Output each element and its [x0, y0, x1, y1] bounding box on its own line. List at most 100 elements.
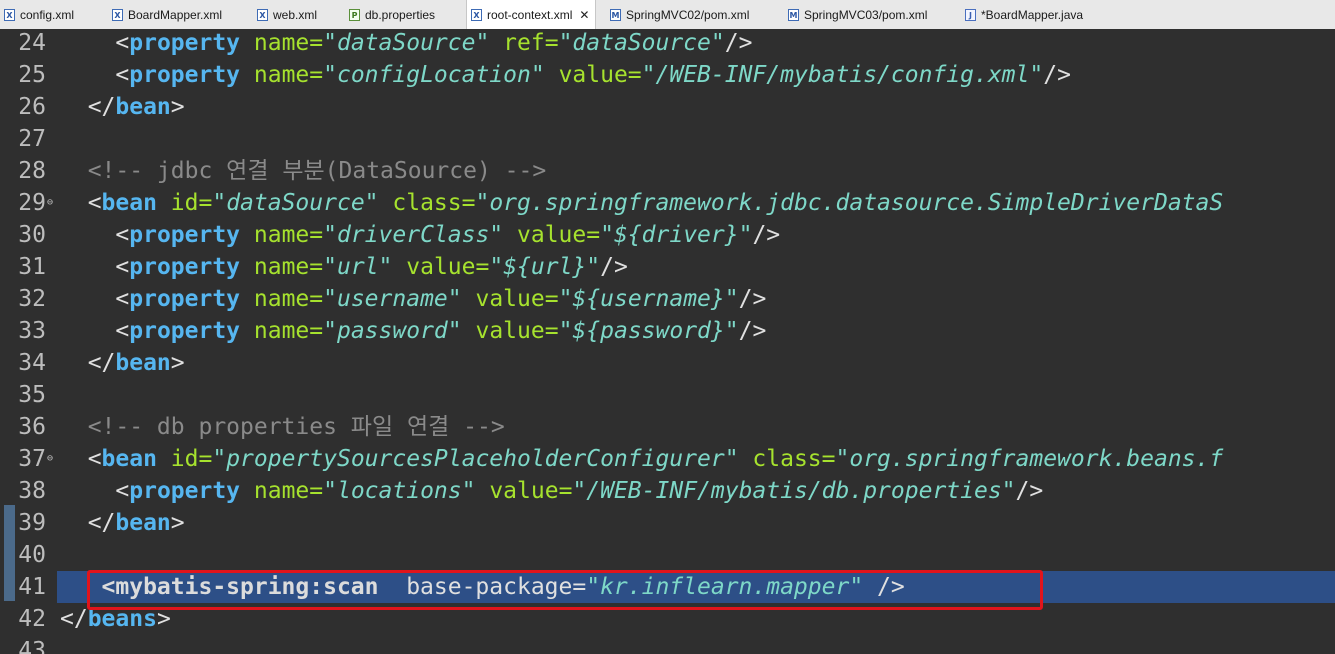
maven-file-icon: M	[610, 8, 621, 21]
code-line[interactable]: 34 </bean>	[0, 347, 1335, 379]
code-token: <	[115, 30, 130, 56]
tab-boardmapper-java[interactable]: J *BoardMapper.java	[965, 0, 1083, 29]
line-number: 37	[18, 446, 46, 472]
line-number: 36	[18, 414, 46, 440]
code-token: <	[60, 190, 102, 216]
line-number: 25	[18, 62, 46, 88]
line-number: 39	[18, 510, 46, 536]
code-token: <	[60, 478, 130, 504]
code-token: bean	[101, 190, 157, 216]
code-token: bean	[101, 446, 157, 472]
code-token: />	[1043, 62, 1071, 88]
code-line[interactable]: 25 <property name="configLocation" value…	[0, 59, 1335, 91]
line-number: 43	[18, 638, 46, 654]
line-number: 31	[18, 254, 46, 280]
code-token: "configLocation"	[323, 62, 545, 88]
code-token: >	[170, 94, 185, 120]
code-token: <	[115, 62, 130, 88]
code-line[interactable]: 26 </bean>	[0, 91, 1335, 123]
line-number: 27	[18, 126, 46, 152]
code-token: name=	[253, 222, 324, 248]
code-token: value=	[475, 318, 559, 344]
code-token: id=	[170, 190, 213, 216]
code-line[interactable]: 36 <!-- db properties 파일 연결 -->	[0, 411, 1335, 443]
code-line[interactable]: 43	[0, 635, 1335, 654]
java-file-icon: J	[965, 8, 976, 21]
tab-db-properties[interactable]: Pdb.properties	[349, 0, 435, 29]
code-token: <!-- jdbc 연결 부분(DataSource) -->	[60, 158, 547, 184]
code-token: "dataSource"	[323, 30, 490, 56]
code-token: <	[60, 254, 130, 280]
tab-label: BoardMapper.xml	[128, 7, 223, 22]
fold-toggle-icon[interactable]: ⊖	[47, 187, 53, 219]
code-text: <property name="configLocation" value="/…	[60, 59, 1071, 91]
code-token: value=	[406, 254, 490, 280]
code-line[interactable]: 37 ⊖ <bean id="propertySourcesPlaceholder…	[0, 443, 1335, 475]
code-token: bean	[115, 94, 171, 120]
code-line[interactable]: 27	[0, 123, 1335, 155]
code-token: <	[60, 222, 130, 248]
code-line[interactable]: 31 <property name="url" value="${url}"/>	[0, 251, 1335, 283]
code-token: "org.springframework.beans.f	[835, 446, 1224, 472]
code-line[interactable]: 38 <property name="locations" value="/WE…	[0, 475, 1335, 507]
tab-label: SpringMVC02/pom.xml	[626, 7, 750, 22]
tab-root-context-xml[interactable]: Xroot-context.xml ✕	[466, 0, 597, 29]
code-text: <property name="username" value="${usern…	[60, 283, 766, 315]
tab-label: SpringMVC03/pom.xml	[804, 7, 928, 22]
code-token: />	[738, 286, 767, 312]
code-token: property	[129, 318, 241, 344]
code-line[interactable]: 30 <property name="driverClass" value="$…	[0, 219, 1335, 251]
code-editor[interactable]: 24 <property name="dataSource" ref="data…	[0, 29, 1335, 654]
code-token: id=	[170, 446, 213, 472]
code-token: >	[170, 350, 185, 376]
code-line[interactable]: 28 <!-- jdbc 연결 부분(DataSource) -->	[0, 155, 1335, 187]
code-line[interactable]: 39 </bean>	[0, 507, 1335, 539]
code-line[interactable]: 33 <property name="password" value="${pa…	[0, 315, 1335, 347]
close-icon[interactable]: ✕	[579, 8, 589, 22]
code-token: "${url}"	[489, 254, 601, 280]
xml-file-icon: X	[4, 8, 15, 21]
code-line[interactable]: 35	[0, 379, 1335, 411]
code-line[interactable]: 24 <property name="dataSource" ref="data…	[0, 29, 1335, 59]
tab-springmvc03-pom-xml[interactable]: M SpringMVC03/pom.xml	[788, 0, 927, 29]
code-token: class=	[392, 190, 476, 216]
line-number: 32	[18, 286, 46, 312]
code-token: "${username}"	[558, 286, 739, 312]
line-number: 24	[18, 30, 46, 56]
fold-toggle-icon[interactable]: ⊖	[47, 443, 53, 475]
code-token: property	[129, 62, 241, 88]
line-number: 42	[18, 606, 46, 632]
code-token: value=	[558, 62, 642, 88]
line-number: 41	[18, 574, 46, 600]
code-line[interactable]: 32 <property name="username" value="${us…	[0, 283, 1335, 315]
code-token: value=	[489, 478, 573, 504]
code-token: class=	[752, 446, 836, 472]
tab-web-xml[interactable]: Xweb.xml	[257, 0, 317, 29]
code-text: <bean id="propertySourcesPlaceholderConf…	[60, 443, 1224, 475]
code-token: "locations"	[323, 478, 476, 504]
code-line[interactable]: 29 ⊖ <bean id="dataSource" class="org.spr…	[0, 187, 1335, 219]
code-token: "/WEB-INF/mybatis/db.properties"	[572, 478, 1016, 504]
tab-config-xml[interactable]: Xconfig.xml	[4, 0, 74, 29]
code-token: "url"	[323, 254, 393, 280]
code-text: <!-- db properties 파일 연결 -->	[60, 411, 505, 443]
code-text: </bean>	[60, 507, 185, 539]
code-token: <!-- db properties 파일 연결 -->	[60, 414, 505, 440]
code-token: property	[129, 478, 241, 504]
code-token: />	[1015, 478, 1044, 504]
code-text: <bean id="dataSource" class="org.springf…	[60, 187, 1224, 219]
tab-springmvc02-pom-xml[interactable]: M SpringMVC02/pom.xml	[610, 0, 749, 29]
code-text: <!-- jdbc 연결 부분(DataSource) -->	[60, 155, 547, 187]
tab-boardmapper-xml[interactable]: X BoardMapper.xml	[112, 0, 222, 29]
code-line[interactable]: 40	[0, 539, 1335, 571]
